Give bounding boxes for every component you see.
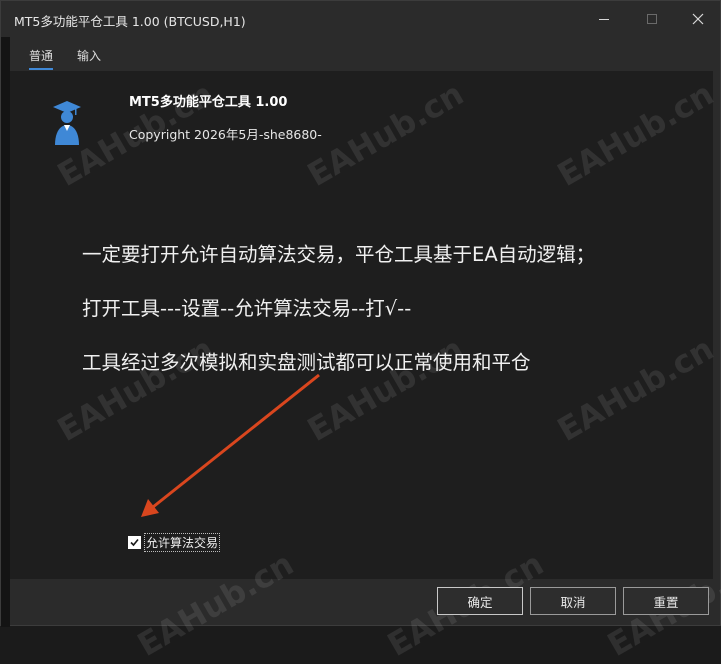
ok-button[interactable]: 确定 [437,587,523,615]
algo-trading-label[interactable]: 允许算法交易 [144,533,221,552]
annotation-arrow [141,373,320,517]
checkmark-icon [130,538,139,547]
algo-trading-checkbox-row[interactable]: 允许算法交易 [128,533,221,552]
algo-trading-checkbox[interactable] [128,536,141,549]
reset-button[interactable]: 重置 [623,587,709,615]
dialog-window: MT5多功能平仓工具 1.00 (BTCUSD,H1) 普通 输入 EAHub.… [0,0,721,664]
cancel-button[interactable]: 取消 [530,587,616,615]
